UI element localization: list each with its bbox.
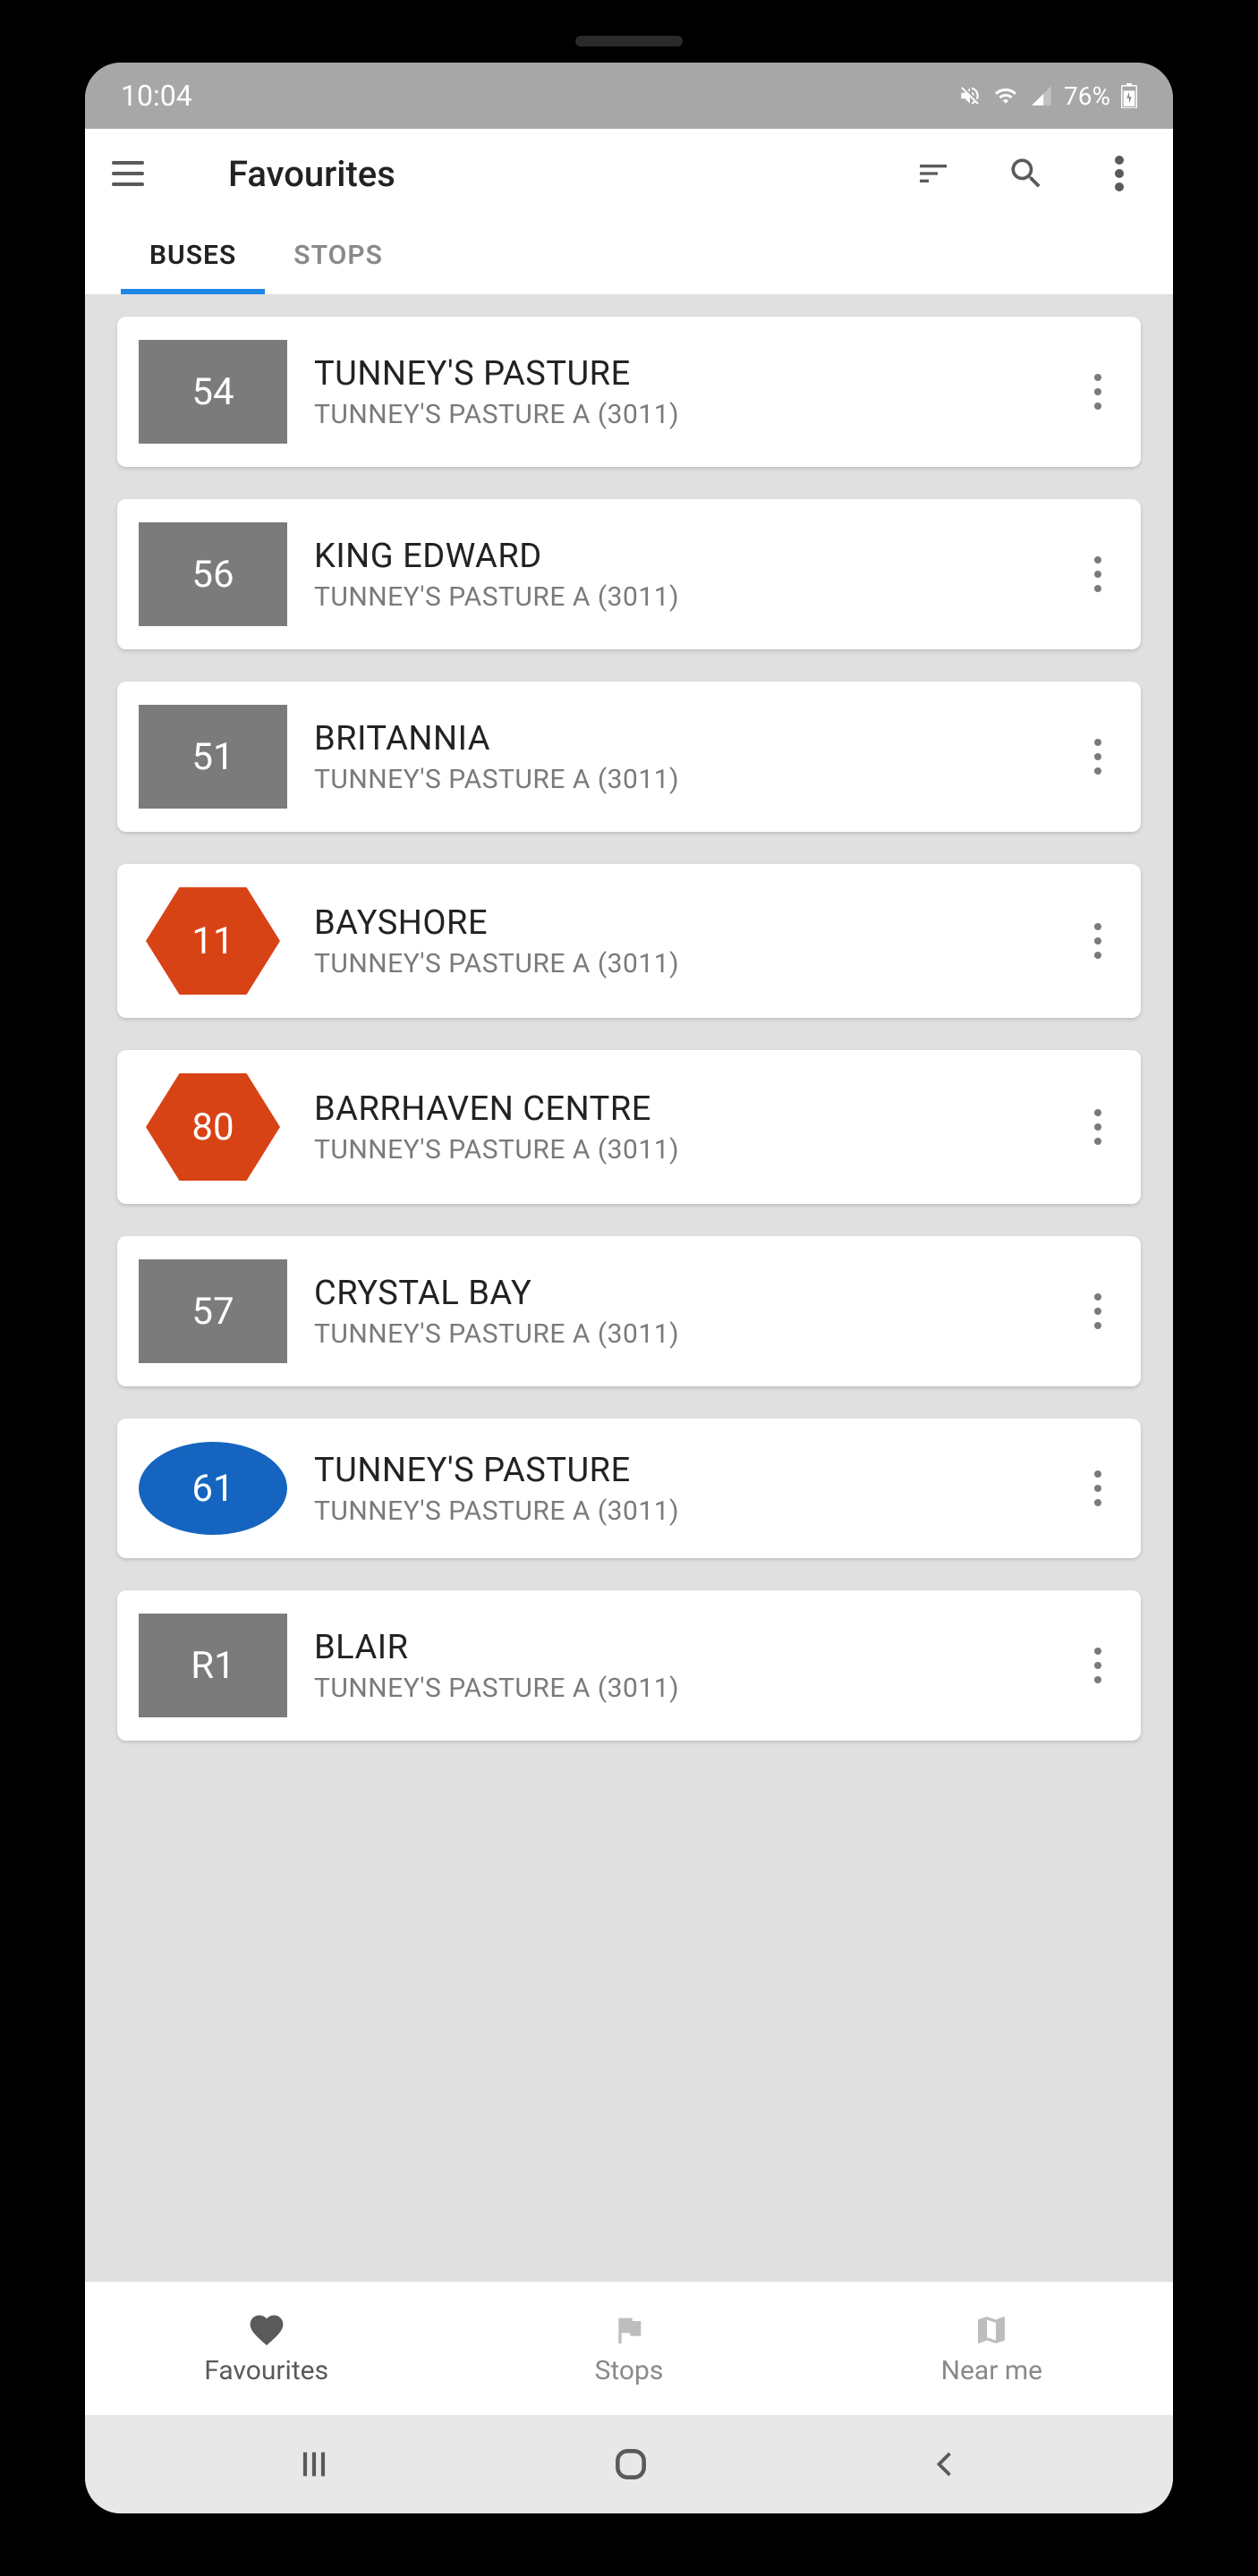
sort-icon[interactable] (912, 152, 955, 195)
nav-favourites[interactable]: Favourites (85, 2282, 447, 2415)
route-info: TUNNEY'S PASTURE TUNNEY'S PASTURE A (3011… (314, 354, 1076, 430)
route-badge: 56 (139, 522, 287, 626)
route-card[interactable]: 57 CRYSTAL BAY TUNNEY'S PASTURE A (3011) (117, 1236, 1141, 1386)
route-card[interactable]: 80 BARRHAVEN CENTRE TUNNEY'S PASTURE A (30… (117, 1050, 1141, 1204)
route-badge: 61 (139, 1442, 287, 1535)
route-title: BRITANNIA (314, 719, 1076, 758)
heart-icon (247, 2310, 286, 2350)
nav-stops-label: Stops (595, 2355, 664, 2386)
bottom-nav: Favourites Stops Near me (85, 2281, 1173, 2415)
nav-stops[interactable]: Stops (447, 2282, 810, 2415)
route-subtitle: TUNNEY'S PASTURE A (3011) (314, 1673, 1076, 1704)
card-overflow-icon[interactable] (1076, 556, 1119, 592)
nav-favourites-label: Favourites (204, 2355, 328, 2386)
overflow-icon[interactable] (1098, 152, 1141, 195)
route-title: TUNNEY'S PASTURE (314, 354, 1076, 394)
route-info: KING EDWARD TUNNEY'S PASTURE A (3011) (314, 537, 1076, 613)
mute-icon (958, 84, 982, 107)
card-overflow-icon[interactable] (1076, 1109, 1119, 1145)
route-badge: 54 (139, 340, 287, 444)
tabs: BUSES STOPS (85, 218, 1173, 295)
route-list[interactable]: 54 TUNNEY'S PASTURE TUNNEY'S PASTURE A (30… (85, 295, 1173, 2281)
route-card[interactable]: 61 TUNNEY'S PASTURE TUNNEY'S PASTURE A (30… (117, 1419, 1141, 1558)
status-bar: 10:04 76% (85, 63, 1173, 129)
battery-icon (1121, 83, 1137, 108)
route-subtitle: TUNNEY'S PASTURE A (3011) (314, 948, 1076, 979)
route-title: TUNNEY'S PASTURE (314, 1451, 1076, 1490)
route-info: BARRHAVEN CENTRE TUNNEY'S PASTURE A (3011… (314, 1089, 1076, 1165)
card-overflow-icon[interactable] (1076, 739, 1119, 775)
route-info: BAYSHORE TUNNEY'S PASTURE A (3011) (314, 903, 1076, 979)
route-subtitle: TUNNEY'S PASTURE A (3011) (314, 1134, 1076, 1165)
route-subtitle: TUNNEY'S PASTURE A (3011) (314, 764, 1076, 795)
route-badge: 11 (146, 887, 280, 995)
signal-icon (1030, 84, 1053, 107)
route-subtitle: TUNNEY'S PASTURE A (3011) (314, 1496, 1076, 1527)
route-subtitle: TUNNEY'S PASTURE A (3011) (314, 581, 1076, 613)
nav-nearme[interactable]: Near me (811, 2282, 1173, 2415)
status-time: 10:04 (121, 79, 192, 113)
nav-nearme-label: Near me (941, 2355, 1042, 2386)
route-card[interactable]: R1 BLAIR TUNNEY'S PASTURE A (3011) (117, 1590, 1141, 1741)
tab-buses[interactable]: BUSES (121, 218, 265, 294)
recents-button[interactable] (296, 2446, 332, 2482)
route-title: KING EDWARD (314, 537, 1076, 576)
home-button[interactable] (611, 2445, 650, 2484)
system-nav (85, 2415, 1173, 2513)
route-badge: R1 (139, 1614, 287, 1717)
route-badge: 57 (139, 1259, 287, 1363)
route-info: TUNNEY'S PASTURE TUNNEY'S PASTURE A (3011… (314, 1451, 1076, 1527)
map-icon (972, 2310, 1011, 2350)
card-overflow-icon[interactable] (1076, 374, 1119, 410)
status-right: 76% (958, 81, 1137, 111)
tab-stops[interactable]: STOPS (265, 218, 412, 294)
app-bar: Favourites (85, 129, 1173, 218)
device-speaker (575, 36, 683, 47)
search-icon[interactable] (1005, 152, 1048, 195)
route-title: BARRHAVEN CENTRE (314, 1089, 1076, 1129)
device-frame: 10:04 76% Favouri (0, 0, 1258, 2576)
menu-icon[interactable] (106, 152, 149, 195)
flag-icon (609, 2310, 649, 2350)
screen: 10:04 76% Favouri (85, 63, 1173, 2513)
route-subtitle: TUNNEY'S PASTURE A (3011) (314, 1318, 1076, 1350)
route-card[interactable]: 54 TUNNEY'S PASTURE TUNNEY'S PASTURE A (30… (117, 317, 1141, 467)
card-overflow-icon[interactable] (1076, 923, 1119, 959)
route-title: CRYSTAL BAY (314, 1274, 1076, 1313)
wifi-icon (992, 84, 1019, 107)
route-title: BLAIR (314, 1628, 1076, 1667)
route-badge: 80 (146, 1073, 280, 1181)
page-title: Favourites (228, 153, 887, 195)
route-card[interactable]: 56 KING EDWARD TUNNEY'S PASTURE A (3011) (117, 499, 1141, 649)
route-card[interactable]: 11 BAYSHORE TUNNEY'S PASTURE A (3011) (117, 864, 1141, 1018)
route-info: BRITANNIA TUNNEY'S PASTURE A (3011) (314, 719, 1076, 795)
route-info: CRYSTAL BAY TUNNEY'S PASTURE A (3011) (314, 1274, 1076, 1350)
route-card[interactable]: 51 BRITANNIA TUNNEY'S PASTURE A (3011) (117, 682, 1141, 832)
back-button[interactable] (930, 2448, 962, 2480)
route-badge: 51 (139, 705, 287, 809)
route-info: BLAIR TUNNEY'S PASTURE A (3011) (314, 1628, 1076, 1704)
route-subtitle: TUNNEY'S PASTURE A (3011) (314, 399, 1076, 430)
card-overflow-icon[interactable] (1076, 1293, 1119, 1329)
battery-percent: 76% (1064, 81, 1110, 111)
card-overflow-icon[interactable] (1076, 1470, 1119, 1506)
toolbar-icons (912, 152, 1141, 195)
route-title: BAYSHORE (314, 903, 1076, 943)
card-overflow-icon[interactable] (1076, 1648, 1119, 1683)
